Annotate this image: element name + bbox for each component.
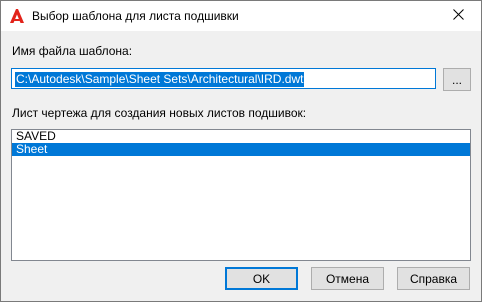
template-path-value: C:\Autodesk\Sample\Sheet Sets\Architectu… [15,72,305,87]
template-path-input[interactable]: C:\Autodesk\Sample\Sheet Sets\Architectu… [11,68,436,89]
cancel-button[interactable]: Отмена [311,267,384,290]
browse-button[interactable]: ... [443,68,471,91]
title-bar[interactable]: Выбор шаблона для листа подшивки [1,1,481,31]
window-title: Выбор шаблона для листа подшивки [32,9,239,23]
layout-list-label: Лист чертежа для создания новых листов п… [12,106,307,120]
template-name-label: Имя файла шаблона: [12,44,133,58]
help-button[interactable]: Справка [397,267,470,290]
ok-button[interactable]: OK [225,267,298,290]
close-button[interactable] [436,1,481,31]
list-item-saved[interactable]: SAVED [12,130,470,143]
autocad-icon [9,8,25,24]
dialog-window: Выбор шаблона для листа подшивки Имя фай… [0,0,482,302]
list-item-sheet[interactable]: Sheet [12,143,470,156]
layout-listbox[interactable]: SAVED Sheet [11,129,471,261]
close-icon [453,9,464,23]
